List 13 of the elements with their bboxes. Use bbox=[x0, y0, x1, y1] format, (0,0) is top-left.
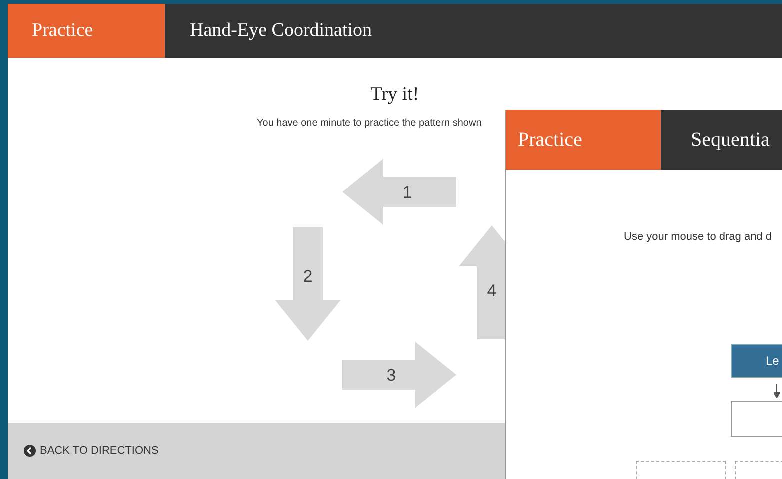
window-title: Hand-Eye Coordination bbox=[189, 18, 372, 43]
step-number: 2 bbox=[303, 267, 313, 286]
left-button[interactable]: Le bbox=[731, 344, 782, 378]
back-link[interactable]: BACK TO DIRECTIONS bbox=[24, 442, 159, 460]
window-title: Sequentia bbox=[690, 128, 770, 153]
instruction-text: You have one minute to practice the pattern shown bbox=[257, 118, 482, 129]
step-number: 1 bbox=[402, 183, 412, 202]
step-number: 4 bbox=[487, 282, 497, 300]
back-circle-icon bbox=[24, 445, 36, 457]
heading: Try it! bbox=[370, 85, 420, 104]
down-arrow-icon bbox=[774, 384, 780, 398]
instruction-text: Use your mouse to drag and d bbox=[624, 231, 772, 243]
step-number: 3 bbox=[386, 366, 396, 385]
